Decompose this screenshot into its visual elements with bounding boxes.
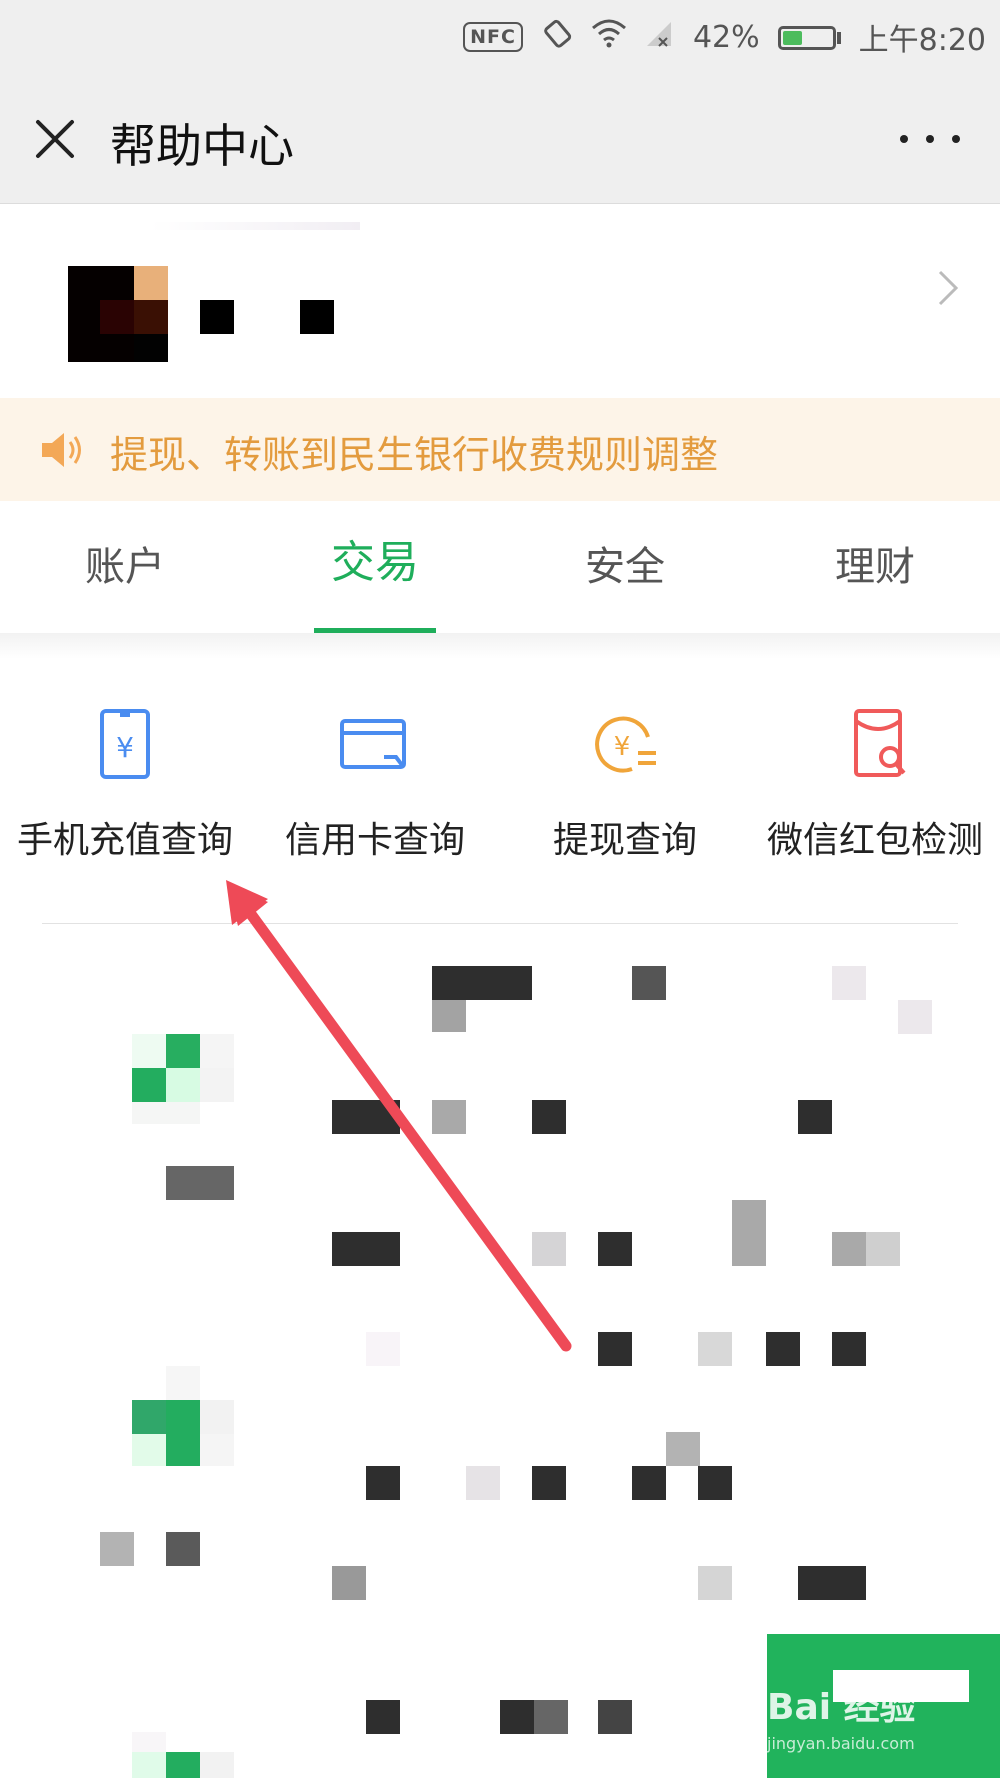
page-title: 帮助中心: [110, 119, 294, 173]
tab-label: 理财: [835, 544, 915, 590]
watermark-sub: jingyan.baidu.com: [767, 1734, 915, 1753]
speaker-icon: [40, 430, 86, 470]
tab-bar: 账户 交易 安全 理财: [0, 501, 1000, 633]
blurred-name: [200, 300, 234, 334]
chevron-right-icon: [936, 264, 960, 320]
close-button[interactable]: [30, 114, 80, 164]
coin-withdraw-icon: ¥: [595, 716, 656, 773]
more-dot: [926, 135, 934, 143]
phone-yuan-icon: ¥: [100, 709, 150, 779]
svg-text:¥: ¥: [614, 732, 631, 762]
tabs-shadow: [0, 633, 1000, 659]
signal-icon: [645, 18, 675, 56]
tab-account[interactable]: 账户: [0, 501, 250, 633]
blurred-name: [300, 300, 334, 334]
wifi-icon: [591, 18, 627, 56]
tab-security[interactable]: 安全: [500, 501, 750, 633]
avatar: [68, 266, 168, 362]
baidu-jingyan-watermark: Bai 经验 jingyan.baidu.com: [767, 1634, 1000, 1778]
profile-card[interactable]: [0, 204, 1000, 398]
battery-icon: [777, 20, 841, 55]
battery-percent: 42%: [692, 19, 760, 55]
notice-text: 提现、转账到民生银行收费规则调整: [110, 433, 719, 477]
tab-label: 账户: [85, 544, 165, 590]
svg-text:¥: ¥: [116, 731, 134, 764]
app-header: 帮助中心: [0, 74, 1000, 204]
watermark-text: Bai 经验: [767, 1687, 916, 1728]
tab-label: 安全: [585, 544, 665, 590]
close-icon: [36, 120, 74, 158]
nfc-indicator: NFC: [463, 22, 523, 52]
withdraw-query-button[interactable]: ¥ 提现查询: [500, 659, 750, 909]
credit-card-query-button[interactable]: 信用卡查询: [250, 659, 500, 909]
status-bar: NFC 42% 上午8:20: [0, 0, 1000, 74]
tool-label: 微信红包检测: [766, 820, 983, 861]
tool-label: 信用卡查询: [284, 820, 465, 861]
credit-card-icon: [340, 719, 406, 769]
more-dot: [900, 135, 908, 143]
notice-banner[interactable]: 提现、转账到民生银行收费规则调整: [0, 398, 1000, 501]
tab-transaction[interactable]: 交易: [250, 501, 500, 633]
red-packet-check-button[interactable]: 微信红包检测: [750, 659, 1000, 909]
battery-fill: [782, 31, 803, 45]
tab-finance[interactable]: 理财: [750, 501, 1000, 633]
more-options-button[interactable]: [900, 114, 960, 164]
more-dot: [952, 135, 960, 143]
tab-label: 交易: [331, 537, 419, 588]
clock: 上午8:20: [858, 23, 986, 58]
rotation-lock-icon: [541, 17, 573, 57]
tool-label: 提现查询: [552, 820, 697, 861]
tool-label: 手机充值查询: [16, 820, 233, 861]
phone-recharge-query-button[interactable]: ¥ 手机充值查询: [0, 659, 250, 909]
tools-grid: ¥ 手机充值查询 信用卡查询 ¥ 提现查询 微信红包检测: [0, 659, 1000, 909]
red-packet-search-icon: [854, 709, 906, 777]
blurred-strip: [150, 222, 360, 230]
